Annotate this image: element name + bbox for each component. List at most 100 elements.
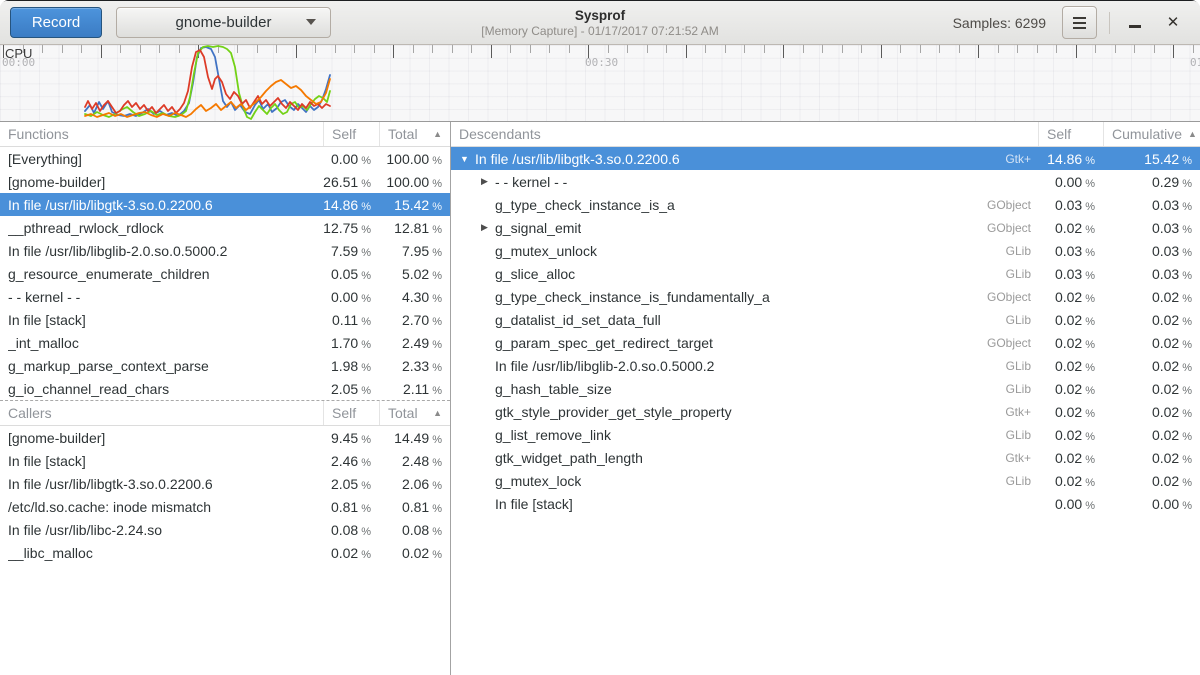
table-row[interactable]: g_resource_enumerate_children0.05%5.02% [0,262,450,285]
table-row[interactable]: In file /usr/lib/libc-2.24.so0.08%0.08% [0,518,450,541]
library-category-label: GLib [1006,267,1038,281]
self-percent-cell: 0.02% [323,545,379,561]
self-percent-cell: 26.51% [323,174,379,190]
descendants-cumulative-column-header[interactable]: Cumulative ▲ [1103,122,1200,146]
tree-row[interactable]: In file /usr/lib/libglib-2.0.so.0.5000.2… [451,354,1200,377]
functions-table-header: Functions Self Total ▲ [0,122,450,147]
tree-row[interactable]: g_datalist_id_set_data_fullGLib0.02%0.02… [451,308,1200,331]
total-percent-cell: 2.49% [379,335,450,351]
self-percent-cell: 0.00% [1038,496,1103,512]
self-percent-cell: 0.02% [1038,312,1103,328]
table-row[interactable]: In file /usr/lib/libglib-2.0.so.0.5000.2… [0,239,450,262]
tree-row[interactable]: gtk_style_provider_get_style_propertyGtk… [451,400,1200,423]
table-row[interactable]: /etc/ld.so.cache: inode mismatch0.81%0.8… [0,495,450,518]
expander-expanded-icon[interactable]: ▼ [459,154,470,164]
function-name: g_signal_emit [495,220,581,236]
function-name: In file [stack] [8,312,86,328]
function-name: g_slice_alloc [495,266,575,282]
function-name: gtk_style_provider_get_style_property [495,404,732,420]
table-row[interactable]: In file /usr/lib/libgtk-3.so.0.2200.62.0… [0,472,450,495]
callers-column-header[interactable]: Callers [0,401,323,425]
sort-ascending-icon: ▲ [433,129,442,139]
table-row[interactable]: In file /usr/lib/libgtk-3.so.0.2200.614.… [0,193,450,216]
total-percent-cell: 0.02% [1103,312,1200,328]
tree-row[interactable]: g_mutex_lockGLib0.02%0.02% [451,469,1200,492]
table-row[interactable]: _int_malloc1.70%2.49% [0,331,450,354]
total-percent-cell: 15.42% [379,197,450,213]
functions-column-header[interactable]: Functions [0,122,323,146]
cpu-line-orange [85,79,330,117]
tree-row[interactable]: ▶- - kernel - -0.00%0.29% [451,170,1200,193]
table-row[interactable]: [Everything]0.00%100.00% [0,147,450,170]
callers-self-column-header[interactable]: Self [323,401,379,425]
tree-row[interactable]: g_list_remove_linkGLib0.02%0.02% [451,423,1200,446]
total-percent-cell: 100.00% [379,174,450,190]
tree-row[interactable]: ▼In file /usr/lib/libgtk-3.so.0.2200.6Gt… [451,147,1200,170]
self-percent-cell: 2.05% [323,476,379,492]
function-name: In file /usr/lib/libc-2.24.so [8,522,162,538]
table-row[interactable]: g_io_channel_read_chars2.05%2.11% [0,377,450,400]
functions-self-column-header[interactable]: Self [323,122,379,146]
self-percent-cell: 1.70% [323,335,379,351]
table-row[interactable]: In file [stack]0.11%2.70% [0,308,450,331]
tree-row[interactable]: g_hash_table_sizeGLib0.02%0.02% [451,377,1200,400]
total-percent-cell: 0.02% [1103,450,1200,466]
close-icon: ✕ [1167,15,1180,30]
callers-table: [gnome-builder]9.45%14.49%In file [stack… [0,426,450,564]
callers-total-column-header[interactable]: Total ▲ [379,401,450,425]
tree-row[interactable]: g_type_check_instance_is_fundamentally_a… [451,285,1200,308]
table-row[interactable]: - - kernel - -0.00%4.30% [0,285,450,308]
tree-row[interactable]: g_slice_allocGLib0.03%0.03% [451,262,1200,285]
tree-row[interactable]: g_type_check_instance_is_aGObject0.03%0.… [451,193,1200,216]
library-category-label: GObject [987,336,1038,350]
function-name: g_mutex_unlock [495,243,597,259]
table-row[interactable]: g_markup_parse_context_parse1.98%2.33% [0,354,450,377]
self-percent-cell: 0.03% [1038,266,1103,282]
record-button[interactable]: Record [10,7,102,38]
function-name: In file [stack] [8,453,86,469]
function-name: [gnome-builder] [8,430,105,446]
descendants-column-header[interactable]: Descendants [451,122,1038,146]
main-area: Functions Self Total ▲ [Everything]0.00%… [0,122,1200,675]
expander-collapsed-icon[interactable]: ▶ [479,176,490,187]
sysprof-window: Sysprof [Memory Capture] - 01/17/2017 07… [0,1,1200,675]
close-button[interactable]: ✕ [1160,10,1186,36]
titlebar-separator [1109,12,1110,34]
self-percent-cell: 0.03% [1038,197,1103,213]
self-percent-cell: 9.45% [323,430,379,446]
descendants-self-column-header[interactable]: Self [1038,122,1103,146]
self-percent-cell: 14.86% [323,197,379,213]
total-percent-cell: 0.02% [1103,473,1200,489]
cpu-timeline-graph[interactable]: CPU 00:0000:3001:00 [0,45,1200,122]
right-panel: Descendants Self Cumulative ▲ ▼In file /… [451,122,1200,675]
self-percent-cell: 0.02% [1038,289,1103,305]
hamburger-menu-button[interactable] [1062,6,1097,39]
total-percent-cell: 0.08% [379,522,450,538]
expander-collapsed-icon[interactable]: ▶ [479,222,490,233]
tree-row[interactable]: ▶g_signal_emitGObject0.02%0.03% [451,216,1200,239]
table-row[interactable]: [gnome-builder]26.51%100.00% [0,170,450,193]
total-percent-cell: 0.03% [1103,266,1200,282]
library-category-label: GObject [987,198,1038,212]
self-percent-cell: 2.46% [323,453,379,469]
time-tick-label: 00:00 [2,56,35,69]
library-category-label: GLib [1006,382,1038,396]
total-percent-cell: 0.02% [1103,358,1200,374]
process-selector-dropdown[interactable]: gnome-builder [116,7,331,38]
function-name: In file /usr/lib/libglib-2.0.so.0.5000.2 [495,358,714,374]
titlebar: Sysprof [Memory Capture] - 01/17/2017 07… [0,1,1200,45]
minimize-button[interactable] [1122,10,1148,36]
functions-total-column-header[interactable]: Total ▲ [379,122,450,146]
table-row[interactable]: __libc_malloc0.02%0.02% [0,541,450,564]
self-percent-cell: 0.02% [1038,450,1103,466]
tree-row[interactable]: In file [stack]0.00%0.00% [451,492,1200,515]
table-row[interactable]: [gnome-builder]9.45%14.49% [0,426,450,449]
table-row[interactable]: In file [stack]2.46%2.48% [0,449,450,472]
tree-row[interactable]: g_mutex_unlockGLib0.03%0.03% [451,239,1200,262]
tree-row[interactable]: gtk_widget_path_lengthGtk+0.02%0.02% [451,446,1200,469]
total-percent-cell: 12.81% [379,220,450,236]
self-percent-cell: 0.00% [323,289,379,305]
table-row[interactable]: __pthread_rwlock_rdlock12.75%12.81% [0,216,450,239]
tree-row[interactable]: g_param_spec_get_redirect_targetGObject0… [451,331,1200,354]
library-category-label: GLib [1006,474,1038,488]
